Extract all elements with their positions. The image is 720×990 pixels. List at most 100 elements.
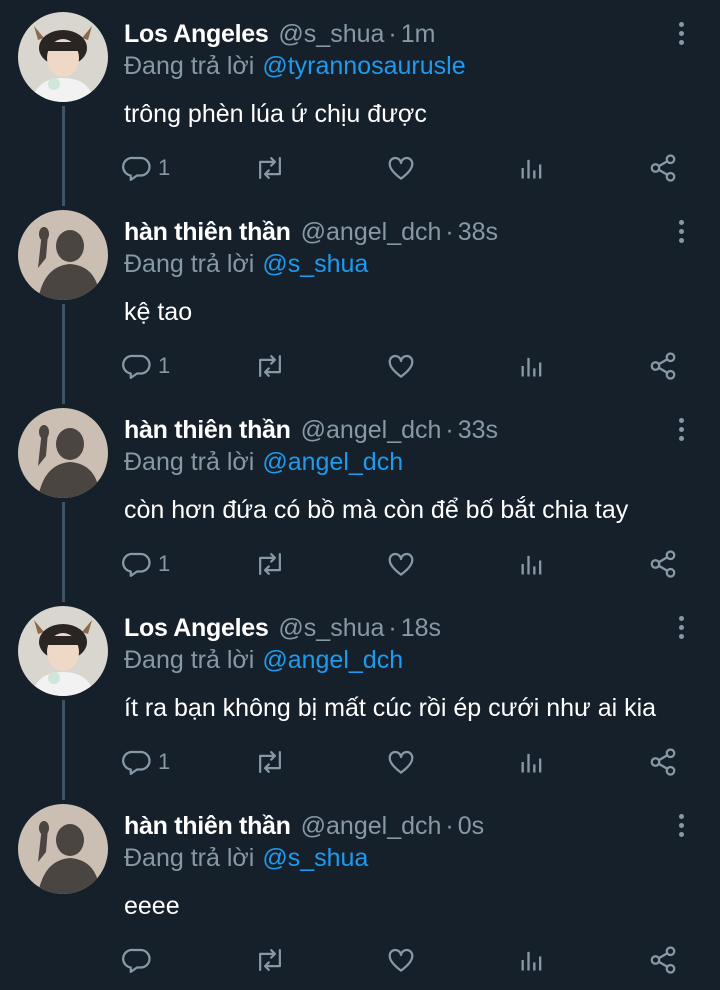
tweet[interactable]: Los Angeles @s_shua · 18s Đang trả lời @a…: [0, 594, 720, 800]
reply-icon: [122, 750, 151, 775]
replying-to-label: Đang trả lời: [124, 448, 255, 476]
heart-icon: [388, 354, 414, 378]
analytics-icon: [521, 159, 542, 179]
share-icon: [650, 550, 676, 578]
username[interactable]: @angel_dch: [301, 218, 442, 247]
views-button[interactable]: [518, 546, 546, 582]
display-name[interactable]: Los Angeles: [124, 20, 269, 49]
like-button[interactable]: [386, 744, 416, 780]
mention-link[interactable]: @s_shua: [262, 250, 368, 278]
timestamp[interactable]: 0s: [458, 812, 484, 841]
avatar[interactable]: [18, 804, 108, 894]
replying-to: Đang trả lời @angel_dch: [124, 646, 403, 675]
tweet-header: hàn thiên thần @angel_dch · 38s: [124, 218, 498, 252]
reply-button[interactable]: 1: [122, 744, 170, 780]
username[interactable]: @s_shua: [278, 614, 384, 643]
replying-to-label: Đang trả lời: [124, 646, 255, 674]
like-button[interactable]: [386, 150, 416, 186]
reply-button[interactable]: 1: [122, 546, 170, 582]
display-name[interactable]: hàn thiên thần: [124, 218, 291, 247]
share-button[interactable]: [648, 744, 678, 780]
username[interactable]: @angel_dch: [301, 812, 442, 841]
reply-count: 1: [158, 749, 171, 774]
separator: ·: [445, 812, 454, 840]
reply-button[interactable]: 1: [122, 348, 170, 384]
username[interactable]: @s_shua: [278, 20, 384, 49]
tweet-actions: 1: [0, 546, 720, 582]
more-vertical-icon[interactable]: [672, 220, 692, 246]
mention-link[interactable]: @tyrannosaurusle: [262, 52, 465, 80]
reply-icon: [122, 156, 151, 181]
share-button[interactable]: [648, 150, 678, 186]
share-icon: [650, 154, 676, 182]
reply-thread: Los Angeles @s_shua · 1m Đang trả lời @ty…: [0, 0, 720, 983]
replying-to-label: Đang trả lời: [124, 250, 255, 278]
reply-icon: [122, 354, 151, 379]
tweet-text: ít ra bạn không bị mất cúc rồi ép cưới n…: [124, 694, 657, 722]
more-vertical-icon[interactable]: [672, 616, 692, 642]
tweet-header: Los Angeles @s_shua · 18s: [124, 614, 441, 648]
mention-link[interactable]: @angel_dch: [262, 448, 403, 476]
replying-to: Đang trả lời @s_shua: [124, 250, 368, 279]
display-name[interactable]: hàn thiên thần: [124, 416, 291, 445]
reply-button[interactable]: [122, 942, 158, 978]
tweet-header: hàn thiên thần @angel_dch · 33s: [124, 416, 498, 450]
tweet[interactable]: hàn thiên thần @angel_dch · 38s Đang trả…: [0, 198, 720, 404]
views-button[interactable]: [518, 150, 546, 186]
retweet-button[interactable]: [254, 546, 286, 582]
separator: ·: [388, 614, 397, 642]
avatar[interactable]: [18, 606, 108, 696]
tweet[interactable]: Los Angeles @s_shua · 1m Đang trả lời @ty…: [0, 0, 720, 206]
display-name[interactable]: hàn thiên thần: [124, 812, 291, 841]
share-button[interactable]: [648, 942, 678, 978]
timestamp[interactable]: 33s: [458, 416, 498, 445]
replying-to-label: Đang trả lời: [124, 52, 255, 80]
retweet-button[interactable]: [254, 942, 286, 978]
username[interactable]: @angel_dch: [301, 416, 442, 445]
tweet-text: trông phèn lúa ứ chịu được: [124, 100, 427, 128]
like-button[interactable]: [386, 546, 416, 582]
reply-button[interactable]: 1: [122, 150, 170, 186]
retweet-button[interactable]: [254, 150, 286, 186]
retweet-button[interactable]: [254, 348, 286, 384]
tweet-header: Los Angeles @s_shua · 1m: [124, 20, 435, 54]
like-button[interactable]: [386, 942, 416, 978]
share-button[interactable]: [648, 546, 678, 582]
mention-link[interactable]: @angel_dch: [262, 646, 403, 674]
avatar[interactable]: [18, 210, 108, 300]
heart-icon: [388, 750, 414, 774]
retweet-icon: [259, 157, 281, 179]
retweet-icon: [259, 949, 281, 971]
avatar[interactable]: [18, 408, 108, 498]
tweet-text: eeee: [124, 892, 180, 920]
views-button[interactable]: [518, 942, 546, 978]
reply-icon: [122, 552, 151, 577]
reply-icon: [122, 948, 151, 973]
timestamp[interactable]: 18s: [401, 614, 441, 643]
share-icon: [650, 946, 676, 974]
more-vertical-icon[interactable]: [672, 418, 692, 444]
replying-to-label: Đang trả lời: [124, 844, 255, 872]
timestamp[interactable]: 1m: [401, 20, 436, 49]
more-vertical-icon[interactable]: [672, 22, 692, 48]
views-button[interactable]: [518, 744, 546, 780]
retweet-button[interactable]: [254, 744, 286, 780]
share-button[interactable]: [648, 348, 678, 384]
analytics-icon: [521, 951, 542, 971]
tweet-text: kệ tao: [124, 298, 193, 326]
reply-count: 1: [158, 155, 171, 180]
like-button[interactable]: [386, 348, 416, 384]
mention-link[interactable]: @s_shua: [262, 844, 368, 872]
more-vertical-icon[interactable]: [672, 814, 692, 840]
tweet[interactable]: hàn thiên thần @angel_dch · 33s Đang trả…: [0, 396, 720, 602]
avatar[interactable]: [18, 12, 108, 102]
replying-to: Đang trả lời @angel_dch: [124, 448, 403, 477]
tweet-actions: [0, 942, 720, 978]
tweet[interactable]: hàn thiên thần @angel_dch · 0s Đang trả …: [0, 792, 720, 990]
timestamp[interactable]: 38s: [458, 218, 498, 247]
display-name[interactable]: Los Angeles: [124, 614, 269, 643]
heart-icon: [388, 948, 414, 972]
views-button[interactable]: [518, 348, 546, 384]
analytics-icon: [521, 753, 542, 773]
tweet-actions: 1: [0, 150, 720, 186]
